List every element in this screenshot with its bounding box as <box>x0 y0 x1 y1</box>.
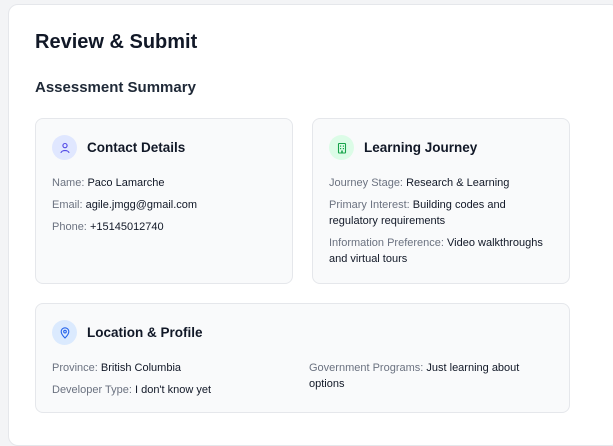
contact-details-card: Contact Details Name: Paco Lamarche Emai… <box>35 118 293 284</box>
contact-name-field: Name: Paco Lamarche <box>52 175 276 191</box>
review-panel: Review & Submit Assessment Summary Conta… <box>8 4 613 446</box>
field-value: +15145012740 <box>89 221 164 233</box>
location-fields-right: Government Programs: Just learning about… <box>309 360 549 398</box>
contact-card-title: Contact Details <box>87 140 186 155</box>
journey-card-title: Learning Journey <box>364 140 478 155</box>
field-label: Journey Stage: <box>329 177 403 189</box>
location-pin-icon <box>52 320 77 345</box>
contact-email-field: Email: agile.jmgg@gmail.com <box>52 197 276 213</box>
section-title: Assessment Summary <box>35 79 196 96</box>
field-value: agile.jmgg@gmail.com <box>85 199 198 211</box>
journey-fields: Journey Stage: Research & Learning Prima… <box>329 175 553 273</box>
contact-phone-field: Phone: +15145012740 <box>52 219 276 235</box>
field-label: Province: <box>52 362 98 374</box>
field-label: Information Preference: <box>329 237 444 249</box>
field-label: Government Programs: <box>309 362 424 374</box>
location-card-title: Location & Profile <box>87 325 203 340</box>
field-label: Phone: <box>52 221 87 233</box>
user-icon <box>52 135 77 160</box>
primary-interest-field: Primary Interest: Building codes and reg… <box>329 197 553 229</box>
field-value: Paco Lamarche <box>87 177 165 189</box>
field-value: Research & Learning <box>406 177 510 189</box>
developer-type-field: Developer Type: I don't know yet <box>52 382 292 398</box>
field-label: Name: <box>52 177 85 189</box>
field-value: I don't know yet <box>134 384 212 396</box>
location-fields-left: Province: British Columbia Developer Typ… <box>52 360 292 404</box>
journey-stage-field: Journey Stage: Research & Learning <box>329 175 553 191</box>
contact-card-header: Contact Details <box>52 135 185 160</box>
field-label: Email: <box>52 199 83 211</box>
page-title: Review & Submit <box>35 31 198 53</box>
contact-fields: Name: Paco Lamarche Email: agile.jmgg@gm… <box>52 175 276 241</box>
building-icon <box>329 135 354 160</box>
province-field: Province: British Columbia <box>52 360 292 376</box>
field-label: Primary Interest: <box>329 199 410 211</box>
location-profile-card: Location & Profile Province: British Col… <box>35 303 570 413</box>
journey-card-header: Learning Journey <box>329 135 477 160</box>
government-programs-field: Government Programs: Just learning about… <box>309 360 549 392</box>
field-value: British Columbia <box>100 362 182 374</box>
learning-journey-card: Learning Journey Journey Stage: Research… <box>312 118 570 284</box>
information-preference-field: Information Preference: Video walkthroug… <box>329 235 553 267</box>
location-card-header: Location & Profile <box>52 320 203 345</box>
field-label: Developer Type: <box>52 384 132 396</box>
